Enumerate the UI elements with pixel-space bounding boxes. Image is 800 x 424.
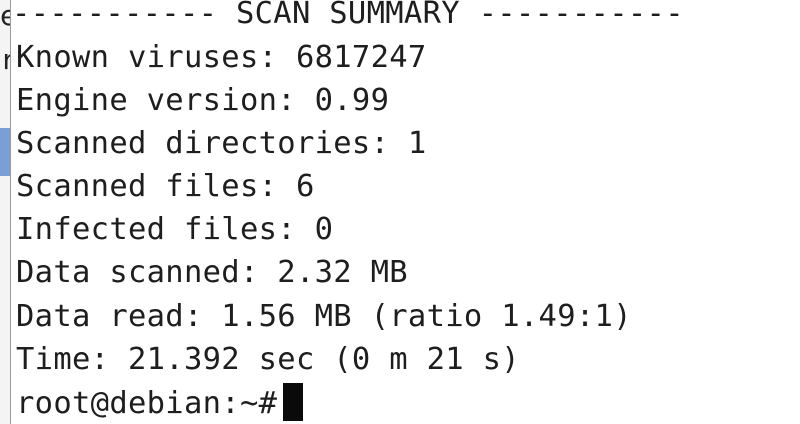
- output-engine-version: Engine version: 0.99: [16, 83, 390, 118]
- output-data-scanned: Data scanned: 2.32 MB: [16, 255, 408, 290]
- background-window-text: e: [0, 2, 10, 30]
- terminal-border: [10, 0, 11, 424]
- text-cursor: [283, 383, 304, 421]
- background-selection-highlight: [0, 128, 10, 176]
- output-data-read: Data read: 1.56 MB (ratio 1.49:1): [16, 299, 632, 334]
- output-known-viruses: Known viruses: 6817247: [16, 40, 427, 75]
- output-infected-files: Infected files: 0: [16, 212, 334, 247]
- background-window-text: r: [0, 46, 10, 74]
- desktop-screen: e r ----------- SCAN SUMMARY -----------…: [0, 0, 800, 424]
- prompt-line[interactable]: root@debian:~#: [16, 383, 304, 424]
- output-scanned-directories: Scanned directories: 1: [16, 126, 427, 161]
- background-window-edge: e r: [0, 0, 10, 424]
- scan-summary-header: ----------- SCAN SUMMARY -----------: [12, 0, 684, 31]
- output-time: Time: 21.392 sec (0 m 21 s): [16, 342, 520, 377]
- output-scanned-files: Scanned files: 6: [16, 169, 315, 204]
- shell-prompt: root@debian:~#: [16, 386, 278, 421]
- terminal-window[interactable]: ----------- SCAN SUMMARY ----------- Kno…: [12, 0, 800, 424]
